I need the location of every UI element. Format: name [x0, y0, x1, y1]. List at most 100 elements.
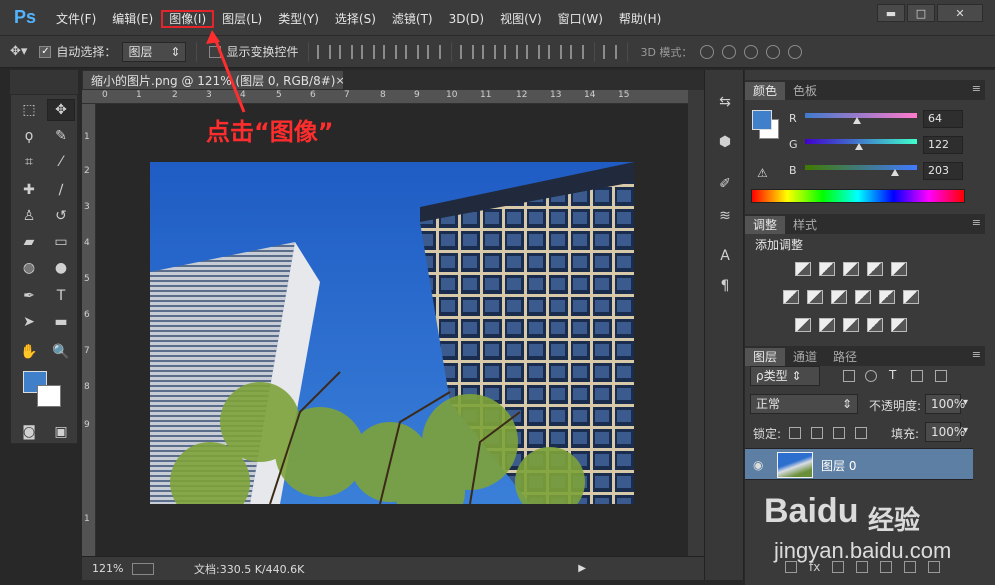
menu-edit[interactable]: 编辑(E) — [104, 10, 161, 28]
type-tool-icon[interactable]: T — [47, 285, 75, 307]
move-tool-icon[interactable]: ✥▾ — [10, 44, 27, 59]
channel-b-value[interactable]: 203 — [923, 162, 963, 180]
filter-type-icon[interactable]: T — [889, 368, 896, 382]
tab-swatches[interactable]: 色板 — [785, 82, 825, 100]
quick-select-tool-icon[interactable]: ✎ — [47, 125, 75, 147]
align-hcenter-icon[interactable] — [405, 44, 420, 59]
document-tab[interactable]: 缩小的图片.png @ 121% (图层 0, RGB/8#) × — [82, 70, 345, 90]
zoom-level[interactable]: 121% — [92, 562, 128, 575]
menu-filter[interactable]: 滤镜(T) — [384, 10, 441, 28]
distribute-left-icon[interactable] — [526, 44, 541, 59]
invert-icon[interactable] — [795, 318, 811, 332]
pen-tool-icon[interactable]: ✒ — [15, 285, 43, 307]
align-vcenter-icon[interactable] — [339, 44, 354, 59]
vibrance-icon[interactable] — [891, 262, 907, 276]
chevron-down-icon[interactable]: ▾ — [963, 425, 968, 436]
minimize-button[interactable]: ▬ — [877, 4, 905, 22]
history-panel-icon[interactable]: ⇆ — [715, 92, 735, 112]
filter-adjustment-icon[interactable] — [865, 370, 877, 382]
quick-mask-icon[interactable]: ◙ — [15, 421, 43, 443]
brush-tool-icon[interactable]: ∕ — [47, 179, 75, 201]
3d-rotate-icon[interactable] — [700, 44, 715, 59]
crop-tool-icon[interactable]: ⌗ — [15, 151, 43, 173]
menu-layer[interactable]: 图层(L) — [214, 10, 270, 28]
tab-adjustments[interactable]: 调整 — [745, 216, 786, 234]
move-tool-icon[interactable]: ✥ — [47, 99, 75, 121]
zoom-tool-icon[interactable]: 🔍 — [47, 341, 75, 363]
filter-smart-object-icon[interactable] — [935, 370, 947, 382]
healing-brush-tool-icon[interactable]: ✚ — [15, 179, 43, 201]
rectangle-tool-icon[interactable]: ▬ — [47, 311, 75, 333]
menu-select[interactable]: 选择(S) — [327, 10, 384, 28]
channel-g-value[interactable]: 122 — [923, 136, 963, 154]
color-foreground-swatch[interactable] — [752, 110, 772, 130]
maximize-button[interactable]: □ — [907, 4, 935, 22]
menu-window[interactable]: 窗口(W) — [550, 10, 611, 28]
3d-roll-icon[interactable] — [722, 44, 737, 59]
eye-icon[interactable]: ◉ — [753, 458, 763, 472]
tab-paths[interactable]: 路径 — [825, 348, 865, 366]
gradient-tool-icon[interactable]: ▭ — [47, 231, 75, 253]
black-white-icon[interactable] — [831, 290, 847, 304]
brightness-icon[interactable] — [795, 262, 811, 276]
show-transform-checkbox[interactable] — [209, 45, 222, 58]
gradient-map-icon[interactable] — [891, 318, 907, 332]
menu-help[interactable]: 帮助(H) — [611, 10, 669, 28]
document-image[interactable] — [150, 162, 634, 504]
filter-shape-icon[interactable] — [911, 370, 923, 382]
hue-saturation-icon[interactable] — [783, 290, 799, 304]
menu-file[interactable]: 文件(F) — [48, 10, 104, 28]
brush-settings-icon[interactable]: ≋ — [715, 206, 735, 226]
threshold-icon[interactable] — [843, 318, 859, 332]
levels-icon[interactable] — [819, 262, 835, 276]
opacity-input[interactable]: 100% — [925, 394, 965, 414]
auto-select-dropdown[interactable]: 图层 ⇕ — [122, 41, 187, 62]
distribute-hcenter-icon[interactable] — [548, 44, 563, 59]
selective-color-icon[interactable] — [867, 318, 883, 332]
align-top-icon[interactable] — [317, 44, 332, 59]
slider-thumb[interactable] — [891, 169, 899, 176]
vertical-scrollbar[interactable] — [688, 90, 704, 556]
menu-type[interactable]: 类型(Y) — [270, 10, 327, 28]
menu-view[interactable]: 视图(V) — [492, 10, 550, 28]
background-color-swatch[interactable] — [37, 385, 61, 407]
photo-filter-icon[interactable] — [855, 290, 871, 304]
brush-preset-icon[interactable]: ✐ — [715, 174, 735, 194]
history-brush-tool-icon[interactable]: ↺ — [47, 205, 75, 227]
menu-3d[interactable]: 3D(D) — [441, 10, 492, 28]
lock-image-icon[interactable] — [811, 427, 823, 439]
status-menu-arrow-icon[interactable]: ▶ — [578, 563, 586, 574]
color-spectrum[interactable] — [751, 189, 965, 203]
slider-thumb[interactable] — [855, 143, 863, 150]
distribute-top-icon[interactable] — [460, 44, 475, 59]
lock-position-icon[interactable] — [833, 427, 845, 439]
fill-input[interactable]: 100% — [925, 422, 965, 442]
curves-icon[interactable] — [843, 262, 859, 276]
color-lookup-icon[interactable] — [903, 290, 919, 304]
screen-mode-icon[interactable]: ▣ — [47, 421, 75, 443]
distribute-bottom-icon[interactable] — [504, 44, 519, 59]
lock-all-icon[interactable] — [855, 427, 867, 439]
exposure-icon[interactable] — [867, 262, 883, 276]
tab-styles[interactable]: 样式 — [785, 216, 825, 234]
channel-g-slider[interactable] — [805, 139, 917, 150]
menu-image[interactable]: 图像(I) — [161, 10, 215, 28]
paragraph-panel-icon[interactable]: ¶ — [715, 276, 735, 296]
path-select-tool-icon[interactable]: ➤ — [15, 311, 43, 333]
align-bottom-icon[interactable] — [361, 44, 376, 59]
3d-panel-icon[interactable]: ⬢ — [715, 132, 735, 152]
clone-stamp-tool-icon[interactable]: ♙ — [15, 205, 43, 227]
panel-menu-icon[interactable]: ≡ — [972, 348, 981, 361]
panel-menu-icon[interactable]: ≡ — [972, 216, 981, 229]
lock-transparent-icon[interactable] — [789, 427, 801, 439]
blur-tool-icon[interactable]: ◍ — [15, 257, 43, 279]
color-balance-icon[interactable] — [807, 290, 823, 304]
tab-layers[interactable]: 图层 — [745, 348, 786, 366]
tab-channels[interactable]: 通道 — [785, 348, 825, 366]
3d-slide-icon[interactable] — [766, 44, 781, 59]
tab-color[interactable]: 颜色 — [745, 82, 786, 100]
align-left-icon[interactable] — [383, 44, 398, 59]
channel-b-slider[interactable] — [805, 165, 917, 176]
close-tab-icon[interactable]: × — [335, 74, 344, 87]
auto-select-checkbox[interactable]: ✓ — [39, 45, 52, 58]
